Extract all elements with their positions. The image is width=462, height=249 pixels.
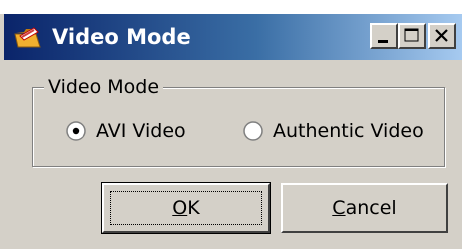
maximize-button[interactable]	[398, 23, 426, 49]
window-title: Video Mode	[52, 25, 191, 49]
radio-avi-video[interactable]: AVI Video	[66, 117, 186, 145]
close-button[interactable]	[428, 23, 456, 49]
cancel-mnemonic: C	[332, 197, 346, 219]
video-mode-dialog: Video Mode Video Mode AVI Video Authenti…	[0, 0, 462, 249]
groupbox-label: Video Mode	[44, 76, 164, 98]
cancel-label-rest: ancel	[345, 197, 397, 219]
ok-button-label: OK	[172, 197, 199, 219]
minimize-button[interactable]	[370, 23, 398, 49]
radio-selected-icon	[66, 121, 86, 141]
ok-label-rest: K	[187, 197, 200, 219]
radio-unselected-icon	[243, 121, 263, 141]
close-icon	[435, 29, 448, 42]
ok-button[interactable]: OK	[101, 182, 271, 234]
radio-label: Authentic Video	[273, 120, 424, 142]
minimize-icon	[378, 40, 388, 43]
radio-authentic-video[interactable]: Authentic Video	[243, 117, 424, 145]
cancel-button-label: Cancel	[332, 197, 396, 219]
folder-icon[interactable]	[14, 24, 42, 50]
ok-mnemonic: O	[172, 197, 188, 219]
radio-label: AVI Video	[96, 120, 186, 142]
title-bar[interactable]: Video Mode	[4, 14, 462, 60]
cancel-button[interactable]: Cancel	[281, 183, 448, 233]
window-top-edge	[0, 0, 462, 14]
maximize-icon	[404, 28, 419, 42]
